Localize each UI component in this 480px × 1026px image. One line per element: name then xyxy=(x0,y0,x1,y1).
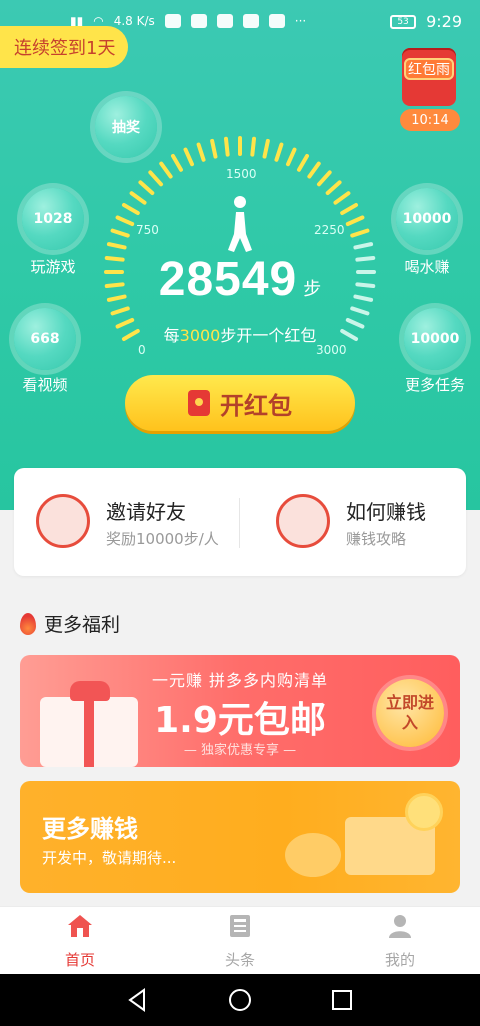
gauge-tick xyxy=(106,242,127,250)
gauge-tick xyxy=(340,203,359,215)
open-redpack-label: 开红包 xyxy=(220,391,292,420)
battery-level: 53 xyxy=(397,16,409,27)
recents-icon[interactable] xyxy=(328,986,356,1014)
red-envelope-small-icon xyxy=(188,390,210,416)
water-steps: 10000 xyxy=(402,211,452,227)
gauge-tick xyxy=(353,242,374,250)
gauge-tick xyxy=(307,161,321,179)
invite-friends[interactable]: 邀请好友 奖励10000步/人 xyxy=(14,494,224,554)
gauge-tick xyxy=(148,170,164,187)
back-icon[interactable] xyxy=(124,986,152,1014)
flame-icon xyxy=(20,612,36,635)
more-welfare-title: 更多福利 xyxy=(44,614,121,636)
gauge-tick xyxy=(171,153,183,172)
tab-home[interactable]: 首页 xyxy=(30,913,130,973)
chat-notification-icon xyxy=(190,14,207,28)
gauge-label-2250: 2250 xyxy=(314,223,345,237)
pdd-banner[interactable]: 一元赚 拼多多内购清单 1.9元包邮 — 独家优惠专享 — 立即进入 xyxy=(20,655,460,767)
gauge-tick xyxy=(350,228,370,238)
rule-number: 3000 xyxy=(179,326,221,345)
home-circle-icon[interactable] xyxy=(226,986,254,1014)
more-earning-banner[interactable]: 更多赚钱 开发中，敬请期待... xyxy=(20,781,460,893)
gauge-tick xyxy=(333,191,351,205)
gauge-tick xyxy=(110,228,130,238)
gauge-label-1500: 1500 xyxy=(226,167,257,181)
redpack-rule: 每3000步开一个红包 xyxy=(0,322,480,346)
clock: 9:29 xyxy=(426,12,462,31)
gauge-tick xyxy=(121,203,140,215)
gauge-tick xyxy=(129,191,147,205)
app2-notification-icon xyxy=(268,14,285,28)
tab-profile-label: 我的 xyxy=(384,951,415,969)
news-icon xyxy=(230,915,250,937)
checkin-label: 连续签到1天 xyxy=(14,38,116,59)
gauge-tick xyxy=(196,142,206,162)
open-redpack-button[interactable]: 开红包 xyxy=(125,375,355,431)
battery-icon: 53 xyxy=(390,14,417,29)
video-label: 看视频 xyxy=(22,376,68,394)
game-notification-icon xyxy=(242,14,259,28)
more-welfare-header: 更多福利 xyxy=(20,610,120,637)
gauge-tick xyxy=(115,215,135,227)
calendar-notification-icon xyxy=(216,14,233,28)
gauge-tick xyxy=(110,306,130,316)
invite-avatar-icon xyxy=(36,494,90,548)
game-steps: 1028 xyxy=(33,211,73,227)
step-counter: 28549 步 xyxy=(0,252,480,307)
piggy-bank-icon xyxy=(275,793,455,885)
more-earning-title: 更多赚钱 xyxy=(42,815,138,843)
gauge-tick xyxy=(183,147,195,167)
gauge-label-750: 750 xyxy=(136,223,159,237)
rule-suffix: 步开一个红包 xyxy=(220,326,317,345)
gauge-tick xyxy=(297,153,309,172)
enter-now-button[interactable]: 立即进入 xyxy=(376,679,444,747)
checkin-badge[interactable]: 连续签到1天 xyxy=(0,26,128,68)
invite-title: 邀请好友 xyxy=(106,500,186,524)
more-notifications-icon: ··· xyxy=(294,14,307,28)
coin-icon xyxy=(405,793,443,831)
gauge-tick xyxy=(210,138,218,159)
tab-profile[interactable]: 我的 xyxy=(350,913,450,973)
more-earning-subtitle: 开发中，敬请期待... xyxy=(42,849,177,867)
game-bubble[interactable]: 1028 xyxy=(22,188,84,250)
gauge-tick xyxy=(262,138,270,159)
gauge-tick xyxy=(250,136,257,157)
walker-icon xyxy=(228,196,252,252)
redpack-rain[interactable]: 红包雨 10:14 xyxy=(400,48,460,132)
more-tasks-label: 更多任务 xyxy=(404,376,465,394)
earn-subtitle: 赚钱攻略 xyxy=(346,530,407,548)
gauge-tick xyxy=(274,142,284,162)
gauge-tick xyxy=(223,136,230,157)
gauge-tick xyxy=(159,161,173,179)
system-nav-bar xyxy=(0,974,480,1026)
invite-subtitle: 奖励10000步/人 xyxy=(106,530,219,548)
redpack-label: 红包雨 xyxy=(404,58,454,80)
gauge-tick xyxy=(350,306,370,316)
gauge-tick xyxy=(325,180,342,196)
profile-icon xyxy=(389,915,411,938)
gauge-tick xyxy=(138,180,155,196)
water-bubble[interactable]: 10000 xyxy=(396,188,458,250)
how-to-earn[interactable]: 如何赚钱 赚钱攻略 xyxy=(254,494,464,554)
step-count: 28549 xyxy=(158,253,298,306)
app-notification-icon xyxy=(164,14,181,28)
tab-news-label: 头条 xyxy=(224,951,255,969)
step-unit: 步 xyxy=(303,279,322,300)
bottom-tab-bar: 首页 头条 我的 xyxy=(0,906,480,974)
rule-prefix: 每 xyxy=(163,326,180,345)
pig-shape xyxy=(285,833,341,877)
status-right: 53 9:29 xyxy=(390,12,462,31)
tab-news[interactable]: 头条 xyxy=(190,913,290,973)
gauge-tick xyxy=(285,147,297,167)
gauge-tick xyxy=(316,170,332,187)
card-divider xyxy=(239,498,240,548)
gauge-tick xyxy=(345,215,365,227)
tab-home-label: 首页 xyxy=(64,951,95,969)
earn-title: 如何赚钱 xyxy=(346,500,426,524)
action-card: 邀请好友 奖励10000步/人 如何赚钱 赚钱攻略 xyxy=(14,468,466,576)
redpack-countdown: 10:14 xyxy=(400,109,460,131)
home-icon xyxy=(68,915,92,937)
strategy-book-icon xyxy=(276,494,330,548)
network-speed: 4.8 K/s xyxy=(113,14,155,28)
